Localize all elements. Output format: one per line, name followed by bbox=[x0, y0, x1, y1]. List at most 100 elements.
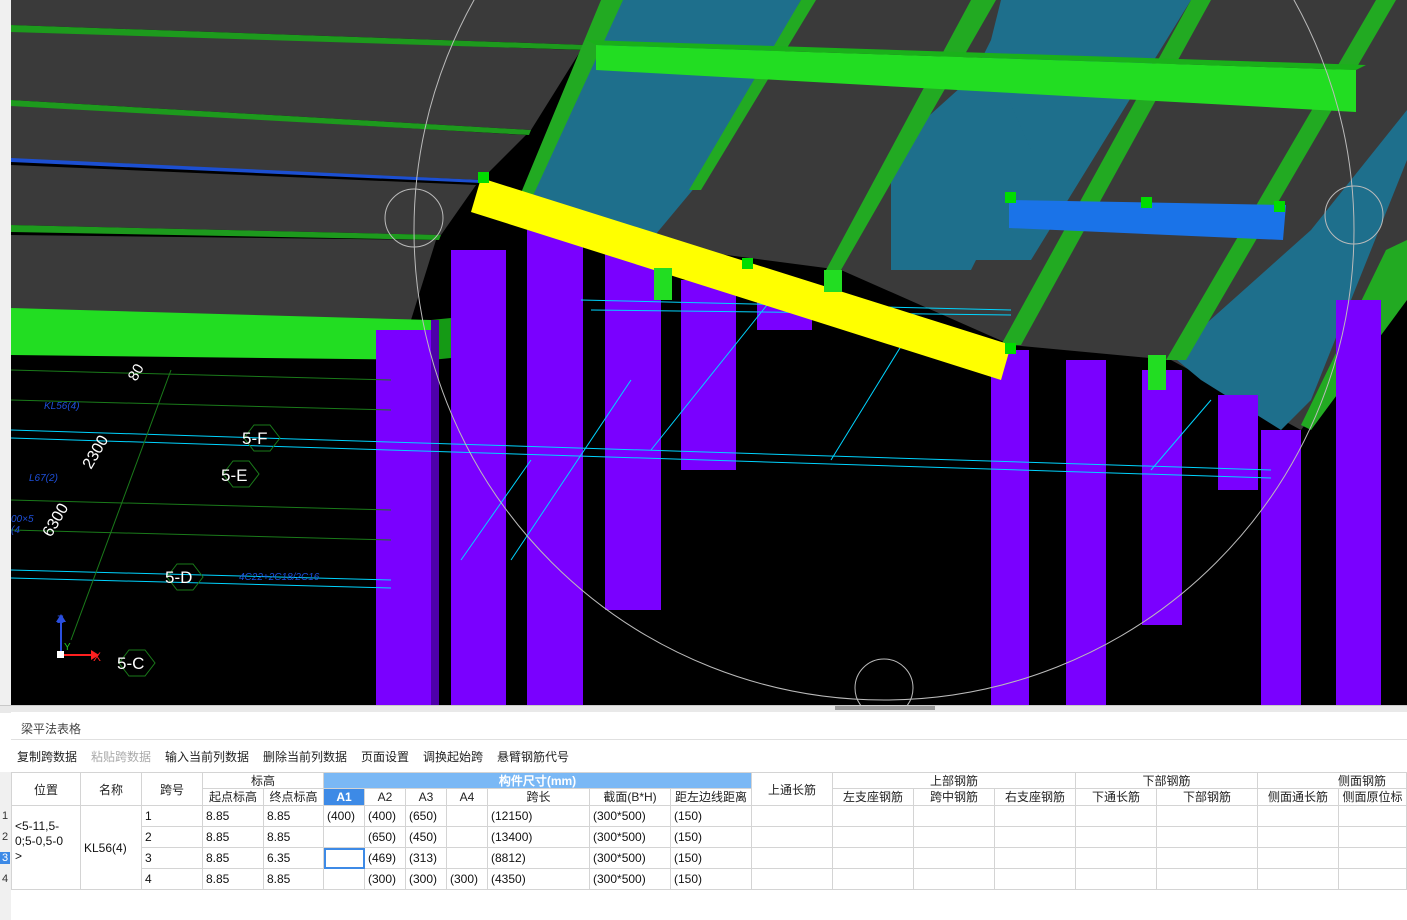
header-bottom-bars[interactable]: 下部钢筋 bbox=[1157, 789, 1258, 806]
3d-scene[interactable]: 5-F 5-E 5-D 5-C KL56(4) L67(2) 2300 6300… bbox=[11, 0, 1407, 705]
cell-end-elev[interactable]: 6.35 bbox=[264, 848, 324, 869]
header-side-original[interactable]: 侧面原位标 bbox=[1339, 789, 1407, 806]
orbit-handle-bottom[interactable] bbox=[854, 658, 914, 705]
cell-mid-span[interactable] bbox=[914, 869, 995, 890]
cell-span[interactable]: 2 bbox=[142, 827, 203, 848]
header-side-through[interactable]: 侧面通长筋 bbox=[1258, 789, 1339, 806]
cell-span[interactable]: 3 bbox=[142, 848, 203, 869]
cell-start-elev[interactable]: 8.85 bbox=[203, 806, 264, 827]
cell-offset[interactable]: (150) bbox=[671, 869, 752, 890]
cell-a1-active[interactable] bbox=[324, 848, 365, 869]
cell-start-elev[interactable]: 8.85 bbox=[203, 848, 264, 869]
cell-top-through[interactable] bbox=[752, 869, 833, 890]
header-bottom-rebar[interactable]: 下部钢筋 bbox=[1076, 772, 1258, 789]
cell-bottom-bars[interactable] bbox=[1157, 869, 1258, 890]
header-bottom-through[interactable]: 下通长筋 bbox=[1076, 789, 1157, 806]
header-a3[interactable]: A3 bbox=[406, 789, 447, 806]
splitter-grip[interactable] bbox=[835, 706, 935, 710]
cell-side-through[interactable] bbox=[1258, 869, 1339, 890]
row-number-3[interactable]: 3 bbox=[0, 852, 10, 864]
header-position[interactable]: 位置 bbox=[11, 772, 81, 806]
cell-name[interactable]: KL56(4) bbox=[81, 806, 142, 890]
cell-section[interactable]: (300*500) bbox=[590, 806, 671, 827]
header-mid-span[interactable]: 跨中钢筋 bbox=[914, 789, 995, 806]
cell-top-through[interactable] bbox=[752, 848, 833, 869]
cell-start-elev[interactable]: 8.85 bbox=[203, 869, 264, 890]
cell-side-through[interactable] bbox=[1258, 848, 1339, 869]
cell-bottom-bars[interactable] bbox=[1157, 827, 1258, 848]
cell-start-elev[interactable]: 8.85 bbox=[203, 827, 264, 848]
cell-mid-span[interactable] bbox=[914, 848, 995, 869]
cell-side-original[interactable] bbox=[1339, 806, 1407, 827]
header-start-elev[interactable]: 起点标高 bbox=[203, 789, 264, 806]
cell-span-length[interactable]: (12150) bbox=[488, 806, 590, 827]
cell-bottom-through[interactable] bbox=[1076, 827, 1157, 848]
cell-a4[interactable] bbox=[447, 848, 488, 869]
cell-offset[interactable]: (150) bbox=[671, 827, 752, 848]
input-column-data-button[interactable]: 输入当前列数据 bbox=[165, 744, 249, 770]
header-right-support[interactable]: 右支座钢筋 bbox=[995, 789, 1076, 806]
cell-left-support[interactable] bbox=[833, 848, 914, 869]
cell-a4[interactable]: (300) bbox=[447, 869, 488, 890]
cell-mid-span[interactable] bbox=[914, 827, 995, 848]
cell-bottom-through[interactable] bbox=[1076, 806, 1157, 827]
cell-side-through[interactable] bbox=[1258, 806, 1339, 827]
copy-span-data-button[interactable]: 复制跨数据 bbox=[17, 744, 77, 770]
paste-span-data-button[interactable]: 粘贴跨数据 bbox=[91, 744, 151, 770]
cell-offset[interactable]: (150) bbox=[671, 806, 752, 827]
cell-bottom-bars[interactable] bbox=[1157, 848, 1258, 869]
row-number-2[interactable]: 2 bbox=[0, 831, 10, 843]
cell-side-original[interactable] bbox=[1339, 848, 1407, 869]
cell-end-elev[interactable]: 8.85 bbox=[264, 869, 324, 890]
cell-a4[interactable] bbox=[447, 827, 488, 848]
header-a1[interactable]: A1 bbox=[324, 789, 365, 806]
cell-right-support[interactable] bbox=[995, 827, 1076, 848]
cell-a3[interactable]: (300) bbox=[406, 869, 447, 890]
3d-model-viewport[interactable]: 5-F 5-E 5-D 5-C KL56(4) L67(2) 2300 6300… bbox=[11, 0, 1407, 705]
cell-top-through[interactable] bbox=[752, 827, 833, 848]
cell-left-support[interactable] bbox=[833, 869, 914, 890]
cell-mid-span[interactable] bbox=[914, 806, 995, 827]
cell-section[interactable]: (300*500) bbox=[590, 848, 671, 869]
cantilever-rebar-code-button[interactable]: 悬臂钢筋代号 bbox=[497, 744, 569, 770]
cell-side-original[interactable] bbox=[1339, 869, 1407, 890]
cell-bottom-bars[interactable] bbox=[1157, 806, 1258, 827]
cell-span-length[interactable]: (13400) bbox=[488, 827, 590, 848]
cell-a2[interactable]: (650) bbox=[365, 827, 406, 848]
cell-span-length[interactable]: (4350) bbox=[488, 869, 590, 890]
header-top-through[interactable]: 上通长筋 bbox=[752, 772, 833, 806]
cell-left-support[interactable] bbox=[833, 827, 914, 848]
cell-a3[interactable]: (450) bbox=[406, 827, 447, 848]
cell-top-through[interactable] bbox=[752, 806, 833, 827]
cell-side-original[interactable] bbox=[1339, 827, 1407, 848]
cell-left-support[interactable] bbox=[833, 806, 914, 827]
cell-a1[interactable]: (400) bbox=[324, 806, 365, 827]
header-a4[interactable]: A4 bbox=[447, 789, 488, 806]
header-end-elev[interactable]: 终点标高 bbox=[264, 789, 324, 806]
header-top-rebar[interactable]: 上部钢筋 bbox=[833, 772, 1076, 789]
cell-a4[interactable] bbox=[447, 806, 488, 827]
header-elevation[interactable]: 标高 bbox=[203, 772, 324, 789]
cell-a2[interactable]: (300) bbox=[365, 869, 406, 890]
cell-section[interactable]: (300*500) bbox=[590, 869, 671, 890]
cell-a3[interactable]: (313) bbox=[406, 848, 447, 869]
page-setup-button[interactable]: 页面设置 bbox=[361, 744, 409, 770]
cell-end-elev[interactable]: 8.85 bbox=[264, 827, 324, 848]
cell-bottom-through[interactable] bbox=[1076, 848, 1157, 869]
header-offset[interactable]: 距左边线距离 bbox=[671, 789, 752, 806]
header-section[interactable]: 截面(B*H) bbox=[590, 789, 671, 806]
cell-right-support[interactable] bbox=[995, 848, 1076, 869]
cell-position[interactable]: <5-11,5- 0;5-0,5-0 > bbox=[11, 806, 81, 890]
header-name[interactable]: 名称 bbox=[81, 772, 142, 806]
cell-side-through[interactable] bbox=[1258, 827, 1339, 848]
cell-right-support[interactable] bbox=[995, 806, 1076, 827]
cell-a1[interactable] bbox=[324, 827, 365, 848]
header-member-size[interactable]: 构件尺寸(mm) bbox=[324, 772, 752, 789]
header-span-no[interactable]: 跨号 bbox=[142, 772, 203, 806]
cell-a1[interactable] bbox=[324, 869, 365, 890]
cell-bottom-through[interactable] bbox=[1076, 869, 1157, 890]
delete-column-data-button[interactable]: 删除当前列数据 bbox=[263, 744, 347, 770]
cell-right-support[interactable] bbox=[995, 869, 1076, 890]
cell-end-elev[interactable]: 8.85 bbox=[264, 806, 324, 827]
header-a2[interactable]: A2 bbox=[365, 789, 406, 806]
